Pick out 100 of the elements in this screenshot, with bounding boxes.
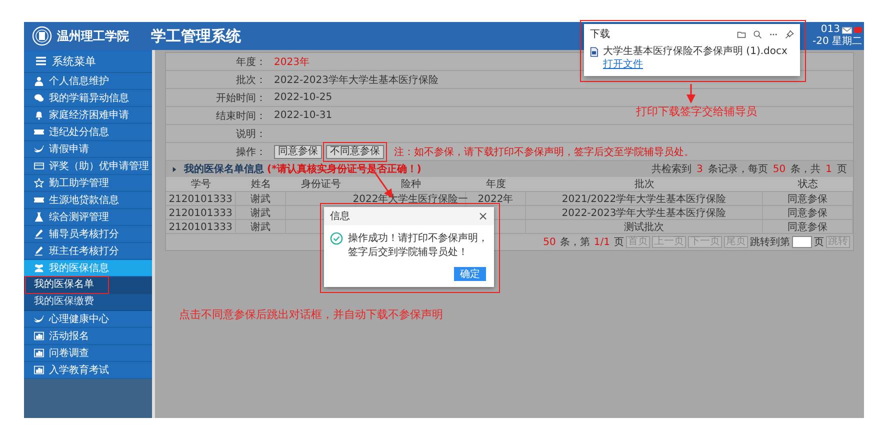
annotation-text: 点击不同意参保后跳出对话框，并自动下载不参保声明 xyxy=(179,307,444,322)
chart-icon xyxy=(34,365,44,375)
folder-icon[interactable] xyxy=(737,30,746,38)
sidebar-item[interactable]: 问卷调查 xyxy=(24,345,152,362)
field-value: 2022-10-31 xyxy=(274,110,332,121)
page-info: 条，第 xyxy=(560,236,590,249)
column-header: 年度 xyxy=(486,178,506,191)
column-header: 状态 xyxy=(798,178,818,191)
highlight-frame xyxy=(323,142,387,162)
warning-note: 注：如不参保，请下载打印不参保声明，签字后交至学院辅导员处。 xyxy=(394,146,694,158)
chart-icon xyxy=(34,348,44,358)
confirm-button[interactable]: 确定 xyxy=(454,267,486,281)
chart-icon xyxy=(34,331,44,341)
table-cell-text: 测试批次 xyxy=(624,220,664,234)
field-label: 操作： xyxy=(235,146,266,158)
page-info: 1/1 xyxy=(594,236,610,248)
page-input[interactable] xyxy=(792,236,812,248)
flask-icon xyxy=(34,212,44,222)
date-text: -20 星期二 xyxy=(812,36,862,48)
sidebar-item[interactable]: 活动报名 xyxy=(24,328,152,345)
system-title: 学工管理系统 xyxy=(151,26,241,46)
table-cell-text: 谢武 xyxy=(250,206,270,220)
sidebar-item[interactable]: 勤工助学管理 xyxy=(24,175,152,192)
page-info: 页 xyxy=(614,236,624,249)
submenu-item[interactable]: 我的医保名单 xyxy=(24,277,152,294)
sidebar-item[interactable]: 请假申请 xyxy=(24,141,152,158)
downloads-title: 下载 xyxy=(590,28,610,41)
sidebar-item[interactable]: 生源地贷款信息 xyxy=(24,192,152,209)
school-name: 温州理工学院 xyxy=(57,28,129,44)
record-summary: 条，共 xyxy=(790,162,821,176)
search-icon[interactable] xyxy=(753,30,762,38)
pen-icon xyxy=(34,246,44,256)
table-cell-text: 2021/2022学年大学生基本医疗保险 xyxy=(562,192,726,206)
sidebar-item[interactable]: 我的学籍异动信息 xyxy=(24,90,152,107)
pen-icon xyxy=(34,229,44,239)
record-summary: 1 xyxy=(826,164,832,174)
table-cell-text: 谢武 xyxy=(250,220,270,234)
page-info: 50 xyxy=(543,236,556,248)
menu-title-text: 系统菜单 xyxy=(52,54,96,68)
sidebar-item[interactable]: 我的医保信息 xyxy=(24,260,152,277)
people-icon xyxy=(34,263,44,273)
column-header: 身份证号 xyxy=(301,178,341,191)
open-file-link[interactable]: 打开文件 xyxy=(603,58,643,71)
close-button[interactable]: × xyxy=(478,209,488,223)
sidebar-item[interactable]: 评奖（助）优申请管理 xyxy=(24,158,152,175)
arrow xyxy=(686,84,696,104)
field-label: 结束时间： xyxy=(215,110,266,122)
record-summary: 3 xyxy=(696,164,703,174)
table-title: 我的医保名单信息 xyxy=(184,162,264,176)
sidebar-item[interactable]: 家庭经济困难申请 xyxy=(24,107,152,124)
column-header: 姓名 xyxy=(251,178,271,191)
dialog-title: 信息 xyxy=(330,210,350,223)
table-cell-text: 同意参保 xyxy=(788,206,828,220)
column-header: 学号 xyxy=(191,178,211,191)
record-summary: 页 xyxy=(837,163,847,176)
file-name: 大学生基本医疗保险不参保声明 (1).docx xyxy=(603,45,788,58)
notification-badge xyxy=(854,27,862,33)
table-cell-text: 谢武 xyxy=(250,192,270,206)
success-check-icon xyxy=(330,232,343,245)
agree-button[interactable]: 同意参保 xyxy=(274,144,322,158)
field-label: 批次： xyxy=(235,74,266,86)
field-value: 2023年 xyxy=(274,56,310,68)
sidebar-item[interactable]: 辅导员考核打分 xyxy=(24,226,152,243)
document-icon xyxy=(590,47,598,57)
jump-label: 页 xyxy=(814,236,824,249)
sidebar-item[interactable]: 个人信息维护 xyxy=(24,73,152,90)
ticket-icon xyxy=(34,127,44,137)
chat-bubbles-icon xyxy=(34,93,44,103)
sidebar-item[interactable]: 心理健康中心 xyxy=(24,311,152,328)
pin-icon[interactable] xyxy=(785,30,794,38)
user-id-text: 013 xyxy=(820,24,840,36)
jump-label: 跳转到第 xyxy=(750,236,790,249)
mail-icon[interactable] xyxy=(842,26,852,34)
record-summary: 共检索到 xyxy=(652,162,692,176)
star-icon xyxy=(34,178,44,188)
menu-icon xyxy=(36,56,46,66)
sidebar-item[interactable]: 综合测评管理 xyxy=(24,209,152,226)
table-cell-text: 2022年 xyxy=(478,193,514,206)
column-header: 险种 xyxy=(401,178,421,191)
table-cell-text: 同意参保 xyxy=(788,220,828,234)
record-summary: 50 xyxy=(772,164,786,174)
decline-button[interactable]: 不同意参保 xyxy=(326,144,384,158)
field-label: 说明： xyxy=(235,128,266,140)
table-cell: 2120101333 xyxy=(168,222,232,232)
field-value: 2022-2023学年大学生基本医疗保险 xyxy=(274,74,439,86)
table-cell-text: 同意参保 xyxy=(788,192,828,206)
table-cell: 2120101333 xyxy=(168,208,232,218)
person-icon xyxy=(34,76,44,86)
expand-icon[interactable] xyxy=(172,166,177,172)
university-logo-icon xyxy=(32,26,52,46)
table-cell: 2120101333 xyxy=(168,194,232,204)
table-cell-text: 2022-2023学年大学生基本医疗保险 xyxy=(562,206,726,220)
sidebar-item[interactable]: 违纪处分信息 xyxy=(24,124,152,141)
field-value: 2022-10-25 xyxy=(274,92,332,103)
ticket-icon xyxy=(34,195,44,205)
dialog-message: 操作成功！请打印不参保声明，签字后交到学院辅导员处！ xyxy=(348,232,488,260)
record-summary: 条记录，每页 xyxy=(708,163,768,176)
submenu-item[interactable]: 我的医保缴费 xyxy=(24,294,152,311)
card-icon xyxy=(34,161,44,171)
field-label: 开始时间： xyxy=(215,92,266,104)
